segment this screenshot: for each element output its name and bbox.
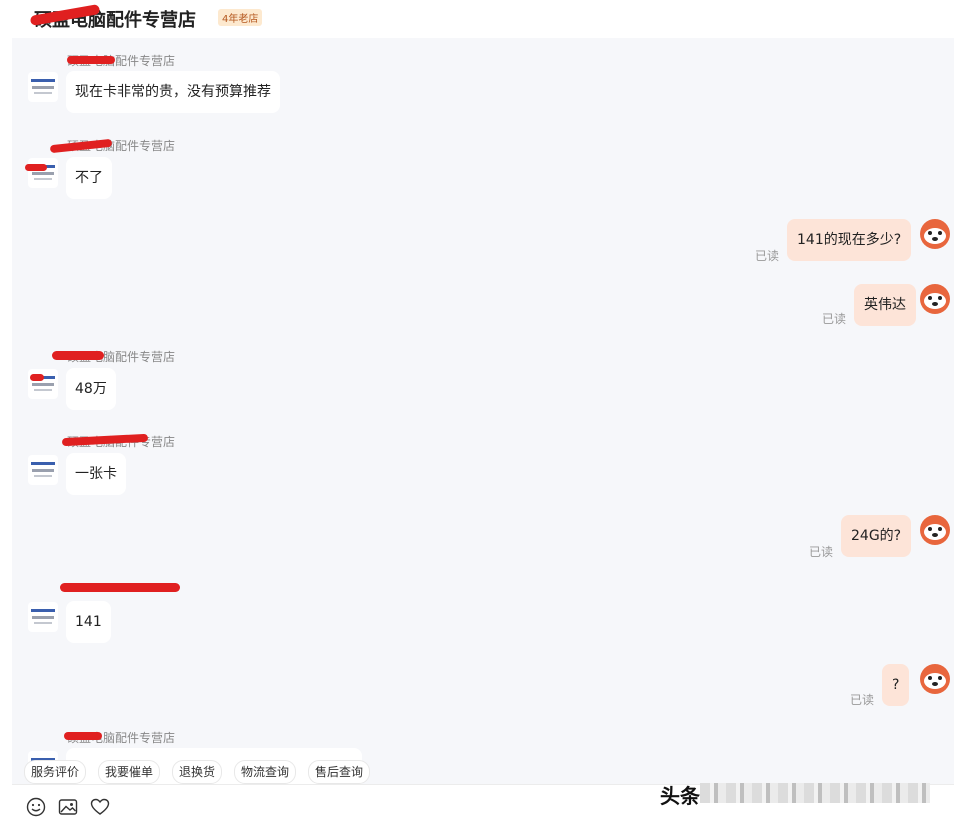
message-bubble-self[interactable]: 141的现在多少? [787, 219, 912, 261]
message-bubble-self[interactable]: 24G的? [841, 515, 912, 557]
chat-header: 硕盈电脑配件专营店 4年老店 [12, 0, 954, 39]
redaction-mark [64, 732, 102, 740]
shop-avatar[interactable] [28, 455, 58, 485]
message-bubble[interactable]: 不了 [66, 157, 112, 199]
quick-action-return[interactable]: 退换货 [172, 760, 223, 784]
watermark-text: 头条 [660, 784, 700, 808]
quick-action-urge-order[interactable]: 我要催单 [98, 760, 161, 784]
emoji-icon[interactable] [26, 797, 46, 817]
redaction-mark [25, 164, 47, 171]
message-bubble-self[interactable]: ? [882, 664, 910, 706]
redaction-mark [60, 583, 180, 592]
shop-avatar[interactable] [28, 602, 58, 632]
read-status: 已读 [809, 545, 834, 559]
read-status: 已读 [850, 693, 875, 707]
user-avatar[interactable] [919, 663, 951, 695]
user-avatar[interactable] [919, 218, 951, 250]
message-list[interactable]: 硕盈电脑配件专营店 现在卡非常的贵，没有预算推荐 硕盈电脑配件专营店 不了 已读… [12, 38, 954, 784]
read-status: 已读 [822, 312, 847, 326]
watermark-blur [700, 783, 930, 803]
quick-action-logistics[interactable]: 物流查询 [234, 760, 297, 784]
message-bubble[interactable]: 现在卡非常的贵，没有预算推荐 [66, 71, 280, 113]
user-avatar[interactable] [919, 514, 951, 546]
message-bubble-self[interactable]: 英伟达 [854, 284, 916, 326]
quick-action-after-sales[interactable]: 售后查询 [308, 760, 371, 784]
message-bubble[interactable]: 141 [66, 601, 111, 643]
message-bubble[interactable]: 48万 [66, 368, 116, 410]
redaction-mark [30, 374, 44, 381]
shop-age-badge: 4年老店 [218, 9, 263, 26]
shop-avatar[interactable] [28, 72, 58, 102]
heart-icon[interactable] [90, 797, 110, 817]
quick-action-bar: 服务评价 我要催单 退换货 物流查询 售后查询 [12, 760, 954, 784]
redaction-mark [67, 56, 115, 64]
quick-action-rate-service[interactable]: 服务评价 [24, 760, 87, 784]
shop-avatar[interactable] [28, 158, 58, 188]
redaction-mark [52, 351, 104, 360]
message-bubble[interactable]: 一张卡 [66, 453, 126, 495]
read-status: 已读 [755, 249, 780, 263]
image-icon[interactable] [58, 797, 78, 817]
user-avatar[interactable] [919, 283, 951, 315]
